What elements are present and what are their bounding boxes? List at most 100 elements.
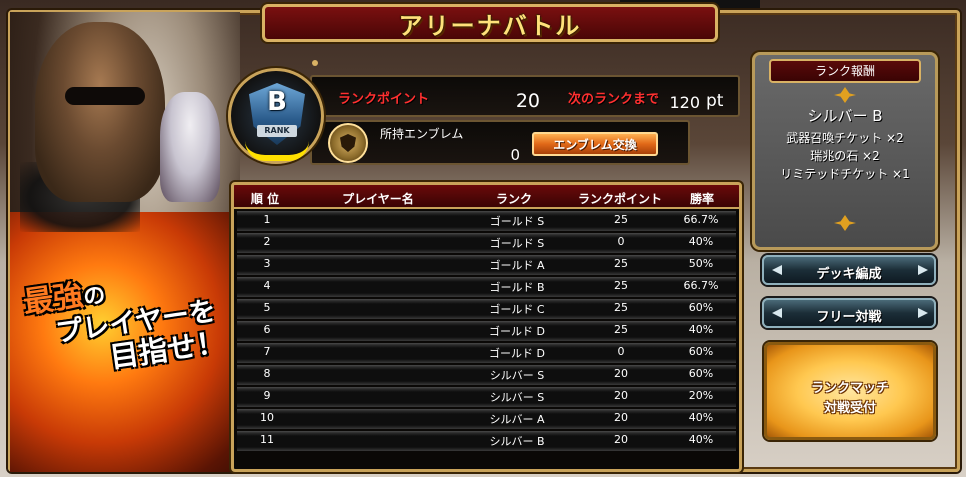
rank-point-label: ランクポイント [338, 92, 430, 107]
table-row[interactable]: 9 シルバー S 20 20% [237, 387, 736, 407]
black-mask [65, 87, 145, 105]
rank-progress-ring [245, 141, 309, 161]
header-player-name: プレイヤー名 [342, 192, 414, 206]
rank-position: 1 [263, 213, 271, 226]
rank-points: 25 [614, 257, 628, 270]
rank-points: 0 [617, 345, 625, 358]
rank-name: ゴールド B [489, 281, 545, 294]
table-row[interactable]: 3 ゴールド A 25 50% [237, 255, 736, 275]
free-battle-button[interactable]: フリー対戦 [762, 298, 936, 328]
elf-girl-character [160, 92, 220, 202]
rank-reward-title: ランク報酬 [769, 59, 921, 83]
rank-position: 4 [263, 279, 271, 292]
rank-points: 20 [614, 389, 628, 402]
rank-points: 20 [614, 367, 628, 380]
table-row[interactable]: 7 ゴールド D 0 60% [237, 343, 736, 363]
rank-position: 5 [263, 301, 271, 314]
table-row[interactable]: 11 シルバー B 20 40% [237, 431, 736, 451]
ornament-bottom-icon [834, 215, 856, 231]
panel-ornament [312, 60, 318, 66]
win-rate: 60% [688, 301, 714, 314]
rank-position: 10 [260, 411, 274, 424]
reward-item: 瑞兆の石 ×2 [810, 149, 880, 163]
rank-name: シルバー B [489, 435, 545, 448]
table-header: 順 位 プレイヤー名 ランク ランクポイント 勝率 [234, 185, 739, 209]
reward-item: リミテッドチケット ×1 [780, 167, 910, 181]
rank-position: 2 [263, 235, 271, 248]
table-row[interactable]: 8 シルバー S 20 60% [237, 365, 736, 385]
rank-badge-text: RANK [257, 125, 297, 137]
header-win-rate: 勝率 [689, 192, 714, 206]
table-row[interactable]: 6 ゴールド D 25 40% [237, 321, 736, 341]
emblem-label: 所持エンブレム [380, 127, 464, 141]
rank-position: 3 [263, 257, 271, 270]
table-row[interactable]: 2 ゴールド S 0 40% [237, 233, 736, 253]
win-rate: 66.7% [683, 279, 719, 292]
deck-edit-button[interactable]: デッキ編成 [762, 255, 936, 285]
title-banner: アリーナバトル [262, 4, 718, 42]
masked-warrior-character [35, 22, 165, 202]
table-row[interactable]: 1 ゴールド S 25 66.7% [237, 211, 736, 231]
rank-name: ゴールド D [489, 347, 545, 360]
free-battle-label: フリー対戦 [816, 310, 882, 325]
rank-badge-icon: B RANK [228, 68, 324, 164]
table-row[interactable]: 10 シルバー A 20 40% [237, 409, 736, 429]
rank-name: ゴールド S [489, 237, 545, 250]
slogan-particle: の [81, 282, 107, 311]
rank-name: シルバー A [489, 413, 545, 426]
win-rate: 50% [688, 257, 714, 270]
rank-badge-letter: B [267, 87, 287, 117]
next-rank-unit: pt [706, 91, 724, 111]
emblem-count: 0 [510, 146, 520, 164]
rank-status-panel: ランクポイント 20 次のランクまで 120 pt 所持エンブレム 0 エンブレ… [310, 70, 740, 165]
win-rate: 60% [688, 367, 714, 380]
win-rate: 40% [688, 433, 714, 446]
rank-points: 0 [617, 235, 625, 248]
ranking-table: 順 位 プレイヤー名 ランク ランクポイント 勝率 1 ゴールド S 25 66.7%… [231, 182, 742, 472]
win-rate: 66.7% [683, 213, 719, 226]
rank-name: ゴールド S [489, 215, 545, 228]
reward-item: 武器召喚チケット ×2 [786, 131, 904, 145]
reward-rank-name: シルバー B [807, 107, 883, 125]
emblem-exchange-label: エンブレム交換 [553, 137, 637, 152]
ornament-top-icon [834, 87, 856, 103]
rank-points: 25 [614, 213, 628, 226]
rank-position: 7 [263, 345, 271, 358]
rank-name: シルバー S [489, 369, 545, 382]
rank-name: ゴールド D [489, 325, 545, 338]
win-rate: 40% [688, 235, 714, 248]
win-rate: 60% [688, 345, 714, 358]
emblem-icon [328, 123, 368, 163]
win-rate: 40% [688, 411, 714, 424]
page-title: アリーナバトル [398, 11, 582, 40]
rank-name: シルバー S [489, 391, 545, 404]
header-position: 順 位 [250, 192, 280, 206]
header-rank-points: ランクポイント [577, 192, 662, 206]
header-rank: ランク [495, 192, 532, 206]
rank-points: 25 [614, 301, 628, 314]
emblem-exchange-button[interactable]: エンブレム交換 [532, 132, 658, 156]
rank-points: 20 [614, 411, 628, 424]
rank-match-label: ランクマッチ [810, 381, 889, 396]
deck-edit-label: デッキ編成 [816, 267, 882, 282]
table-row[interactable]: 5 ゴールド C 25 60% [237, 299, 736, 319]
rank-points: 25 [614, 323, 628, 336]
rank-match-sublabel: 対戦受付 [823, 401, 876, 416]
rank-match-button[interactable]: ランクマッチ 対戦受付 [764, 342, 936, 440]
rank-position: 9 [263, 389, 271, 402]
rank-position: 11 [260, 433, 274, 446]
rank-points: 20 [614, 433, 628, 446]
win-rate: 20% [688, 389, 714, 402]
table-row[interactable]: 4 ゴールド B 25 66.7% [237, 277, 736, 297]
rank-reward-panel: ランク報酬 シルバー B 武器召喚チケット ×2 瑞兆の石 ×2 リミテッドチケ… [752, 52, 938, 250]
rank-position: 6 [263, 323, 271, 336]
character-artwork: 最強の プレイヤーを 目指せ！ [10, 12, 240, 472]
slogan: 最強の プレイヤーを 目指せ！ [21, 258, 240, 426]
win-rate: 40% [688, 323, 714, 336]
rank-position: 8 [263, 367, 271, 380]
rank-points: 25 [614, 279, 628, 292]
rank-point-value: 20 [515, 90, 540, 112]
rank-name: ゴールド A [489, 259, 545, 272]
arena-battle-screen: 最強の プレイヤーを 目指せ！ アリーナバトル ランクポイント 20 次のランク… [0, 0, 966, 477]
next-rank-value: 120 [669, 93, 700, 112]
